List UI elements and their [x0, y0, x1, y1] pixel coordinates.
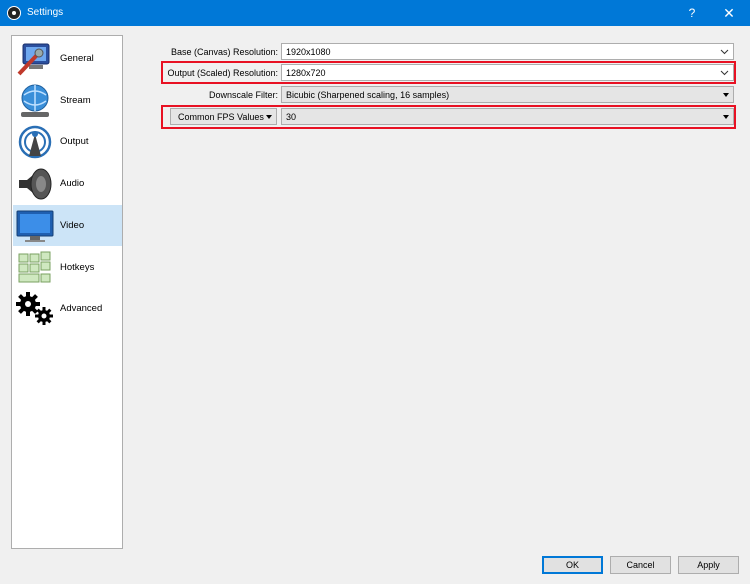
base-resolution-value: 1920x1080	[286, 47, 331, 57]
sidebar-item-label: Video	[60, 220, 85, 231]
chevron-down-icon	[720, 49, 729, 55]
sidebar-item-general[interactable]: General	[13, 38, 122, 79]
sidebar-item-label: Output	[60, 136, 89, 147]
fps-value: 30	[286, 112, 297, 122]
help-button[interactable]: ?	[678, 0, 706, 26]
fps-value-select[interactable]: 30	[281, 108, 734, 125]
dropdown-arrow-icon	[266, 115, 272, 119]
advanced-icon	[16, 292, 53, 325]
title-bar: Settings ? ✕	[0, 0, 750, 26]
output-resolution-label: Output (Scaled) Resolution:	[167, 68, 278, 78]
sidebar-item-label: Stream	[60, 95, 91, 106]
fps-type-value: Common FPS Values	[178, 112, 264, 122]
dropdown-arrow-icon	[723, 93, 729, 97]
window-title: Settings	[27, 7, 64, 18]
video-icon	[16, 210, 54, 242]
fps-type-select[interactable]: Common FPS Values	[170, 108, 277, 125]
chevron-down-icon	[720, 70, 729, 76]
sidebar-item-video[interactable]: Video	[13, 205, 122, 246]
downscale-filter-select[interactable]: Bicubic (Sharpened scaling, 16 samples)	[281, 86, 734, 103]
cancel-button[interactable]: Cancel	[610, 556, 671, 574]
downscale-filter-value: Bicubic (Sharpened scaling, 16 samples)	[286, 90, 450, 100]
hotkeys-icon	[18, 251, 51, 283]
sidebar-item-stream[interactable]: Stream	[13, 80, 122, 121]
output-resolution-value: 1280x720	[286, 68, 326, 78]
sidebar-item-label: Hotkeys	[60, 262, 95, 273]
sidebar-item-label: General	[60, 53, 94, 64]
ok-button[interactable]: OK	[542, 556, 603, 574]
stream-icon	[21, 84, 49, 117]
base-resolution-label: Base (Canvas) Resolution:	[170, 47, 278, 57]
output-icon	[18, 125, 52, 159]
sidebar-item-label: Advanced	[60, 303, 103, 314]
dropdown-arrow-icon	[723, 115, 729, 119]
sidebar-item-advanced[interactable]: Advanced	[13, 288, 122, 329]
settings-sidebar: General Stream Output Audio Video Hotkey…	[11, 35, 123, 549]
sidebar-item-hotkeys[interactable]: Hotkeys	[13, 247, 122, 288]
apply-button[interactable]: Apply	[678, 556, 739, 574]
obs-logo-icon	[7, 6, 21, 20]
sidebar-item-audio[interactable]: Audio	[13, 163, 122, 204]
sidebar-item-label: Audio	[60, 178, 85, 189]
audio-icon	[19, 168, 52, 200]
base-resolution-combo[interactable]: 1920x1080	[281, 43, 734, 60]
sidebar-item-output[interactable]: Output	[13, 121, 122, 162]
close-button[interactable]: ✕	[712, 0, 746, 26]
downscale-filter-label: Downscale Filter:	[208, 90, 278, 100]
general-icon	[17, 43, 50, 76]
output-resolution-combo[interactable]: 1280x720	[281, 64, 734, 81]
